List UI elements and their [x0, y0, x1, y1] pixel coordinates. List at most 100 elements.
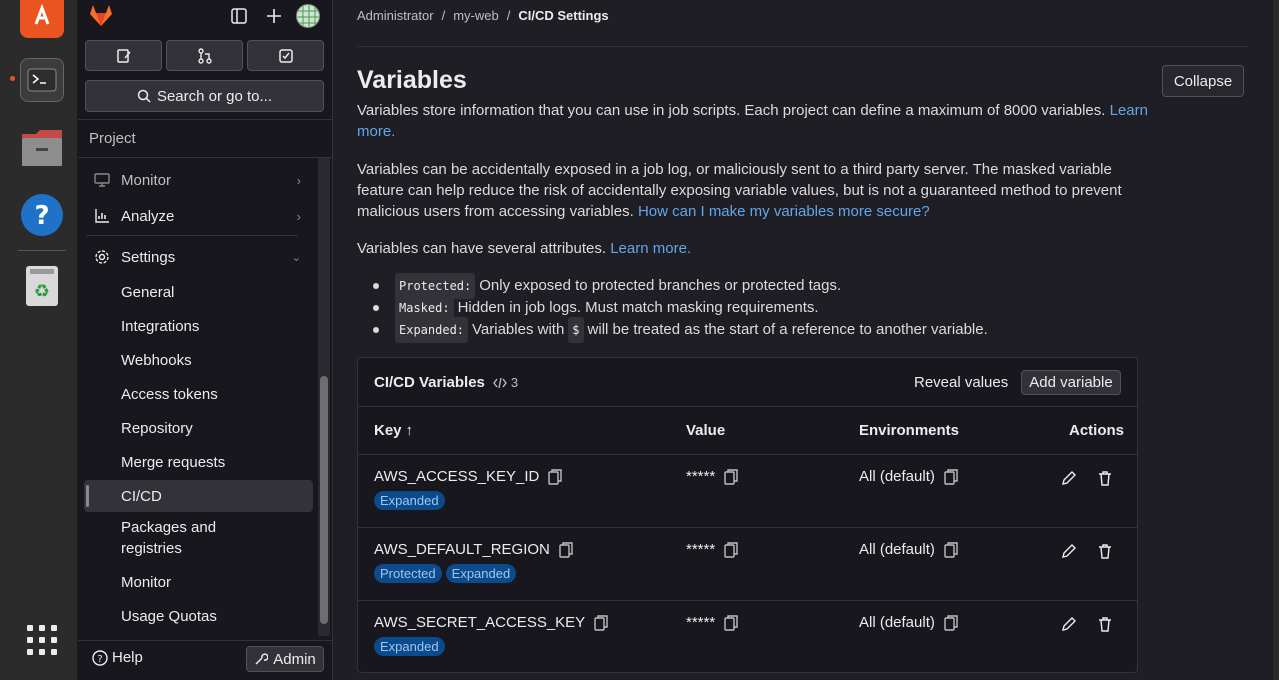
sidebar-item-monitor[interactable]: Monitor ›: [84, 164, 313, 196]
admin-label: Admin: [273, 650, 316, 668]
dollar-code: $: [568, 317, 584, 343]
sidebar-item-monitor-settings[interactable]: Monitor: [84, 566, 313, 598]
admin-button[interactable]: Admin: [246, 646, 324, 672]
monitor-icon: [92, 172, 112, 188]
trash-icon[interactable]: ♻: [20, 264, 64, 308]
help-label: Help: [112, 649, 143, 666]
sidebar-nav: Monitor › Analyze › Settings ⌄ General I…: [78, 158, 318, 638]
help-circle-icon: ?: [92, 649, 108, 666]
user-avatar[interactable]: [296, 4, 320, 28]
edit-pencil-icon[interactable]: [1061, 470, 1077, 486]
sidebar-item-analyze[interactable]: Analyze ›: [84, 200, 313, 232]
edit-pencil-icon[interactable]: [1061, 543, 1077, 559]
sidebar-item-merge-requests[interactable]: Merge requests: [84, 446, 313, 478]
sidebar-item-usage-quotas[interactable]: Usage Quotas: [84, 600, 313, 632]
collapse-button[interactable]: Collapse: [1162, 65, 1244, 97]
attributes-learn-more-link[interactable]: Learn more.: [610, 240, 691, 257]
svg-text:♻: ♻: [34, 281, 50, 302]
delete-trash-icon[interactable]: [1097, 543, 1113, 559]
sidebar-item-label: Merge requests: [121, 453, 226, 471]
toggle-sidebar-icon[interactable]: [231, 8, 247, 29]
running-indicator: [10, 76, 15, 81]
software-center-icon[interactable]: [20, 0, 64, 38]
breadcrumb-separator: /: [506, 8, 511, 23]
copy-icon[interactable]: [547, 468, 563, 485]
sidebar-item-access-tokens[interactable]: Access tokens: [84, 378, 313, 410]
nav-divider: [86, 235, 298, 236]
sidebar-item-label: Webhooks: [121, 351, 192, 369]
breadcrumb-current[interactable]: CI/CD Settings: [518, 8, 608, 23]
app-grid-icon[interactable]: [20, 618, 64, 662]
table-row: AWS_ACCESS_KEY_ID Expanded ***** All (de…: [358, 455, 1137, 528]
secure-variables-link[interactable]: How can I make my variables more secure?: [638, 203, 930, 220]
sidebar-item-webhooks[interactable]: Webhooks: [84, 344, 313, 376]
sidebar-scrollbar-thumb[interactable]: [320, 376, 328, 624]
intro-paragraph: Variables store information that you can…: [357, 100, 1157, 142]
breadcrumb-item[interactable]: my-web: [453, 8, 499, 23]
todo-button[interactable]: [247, 40, 324, 71]
attributes-paragraph: Variables can have several attributes. L…: [357, 238, 1157, 259]
environment-value: All (default): [859, 541, 935, 558]
merge-requests-button[interactable]: [166, 40, 243, 71]
status-badge: Expanded: [374, 637, 445, 656]
sidebar-section-title: Project: [89, 130, 136, 147]
wrench-icon: [255, 653, 269, 665]
todo-icon: [278, 48, 293, 63]
breadcrumb-item[interactable]: Administrator: [357, 8, 434, 23]
copy-icon[interactable]: [723, 614, 739, 631]
project-sidebar: Search or go to... Project Monitor › Ana…: [78, 0, 333, 680]
variables-card: CI/CD Variables 3 Reveal values Add vari…: [357, 357, 1138, 673]
card-title-text: CI/CD Variables: [374, 374, 485, 391]
copy-icon[interactable]: [593, 614, 609, 631]
intro-text: Variables store information that you can…: [357, 102, 1106, 119]
variable-value-cell: *****: [686, 468, 739, 485]
sidebar-item-packages-registries[interactable]: Packages and registries: [84, 516, 313, 560]
copy-icon[interactable]: [723, 541, 739, 558]
delete-trash-icon[interactable]: [1097, 470, 1113, 486]
sidebar-item-settings[interactable]: Settings ⌄: [84, 241, 313, 273]
chart-icon: [92, 208, 112, 224]
help-button[interactable]: ? Help: [92, 649, 143, 666]
reveal-values-button[interactable]: Reveal values: [914, 374, 1008, 391]
issues-button[interactable]: [85, 40, 162, 71]
column-actions: Actions: [1069, 422, 1125, 439]
attribute-description: Variables with: [472, 321, 565, 338]
masked-value: *****: [686, 468, 716, 485]
copy-icon[interactable]: [943, 541, 959, 558]
sidebar-item-integrations[interactable]: Integrations: [84, 310, 313, 342]
edit-pencil-icon[interactable]: [1061, 616, 1077, 632]
table-row: AWS_DEFAULT_REGION Protected Expanded **…: [358, 528, 1137, 601]
files-icon[interactable]: [20, 126, 64, 170]
sidebar-item-label: Monitor: [121, 573, 172, 591]
sidebar-item-label: Usage Quotas: [121, 607, 217, 625]
variables-card-title: CI/CD Variables 3: [374, 374, 518, 391]
environment-value: All (default): [859, 614, 935, 631]
variables-count: 3: [493, 375, 518, 390]
sidebar-item-repository[interactable]: Repository: [84, 412, 313, 444]
copy-icon[interactable]: [558, 541, 574, 558]
status-badge: Protected: [374, 564, 442, 583]
variable-key-cell: AWS_SECRET_ACCESS_KEY: [374, 614, 609, 631]
variable-key: AWS_SECRET_ACCESS_KEY: [374, 614, 586, 631]
table-row: AWS_SECRET_ACCESS_KEY Expanded ***** All…: [358, 601, 1137, 672]
window-edge: [1273, 0, 1279, 680]
sidebar-footer: ? Help Admin: [78, 640, 332, 680]
terminal-icon[interactable]: [20, 58, 64, 102]
attributes-list: Protected: Only exposed to protected bran…: [373, 273, 988, 343]
sidebar-item-general[interactable]: General: [84, 276, 313, 308]
copy-icon[interactable]: [723, 468, 739, 485]
copy-icon[interactable]: [943, 614, 959, 631]
delete-trash-icon[interactable]: [1097, 616, 1113, 632]
column-key[interactable]: Key ↑: [374, 422, 413, 439]
sidebar-item-label: Monitor: [121, 171, 172, 189]
create-new-icon[interactable]: [266, 8, 282, 29]
variable-environment-cell: All (default): [859, 468, 959, 485]
search-button[interactable]: Search or go to...: [85, 80, 324, 112]
help-icon[interactable]: ?: [20, 193, 64, 237]
gitlab-logo-icon[interactable]: [88, 2, 114, 33]
sidebar-item-label: Settings: [121, 248, 176, 266]
sidebar-item-cicd[interactable]: CI/CD: [84, 480, 313, 512]
copy-icon[interactable]: [943, 468, 959, 485]
add-variable-button[interactable]: Add variable: [1021, 370, 1121, 395]
environment-value: All (default): [859, 468, 935, 485]
